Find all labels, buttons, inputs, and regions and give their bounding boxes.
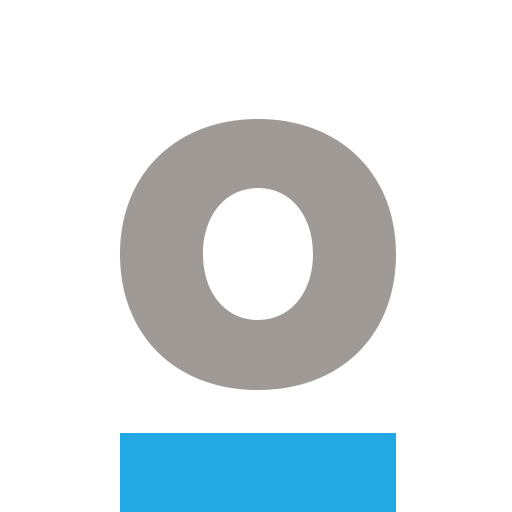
letter-o-ring-shape: [120, 119, 396, 390]
logo-canvas: [0, 0, 512, 512]
letter-o-with-underline-logo-icon: [120, 119, 396, 512]
underline-bar: [120, 433, 396, 512]
